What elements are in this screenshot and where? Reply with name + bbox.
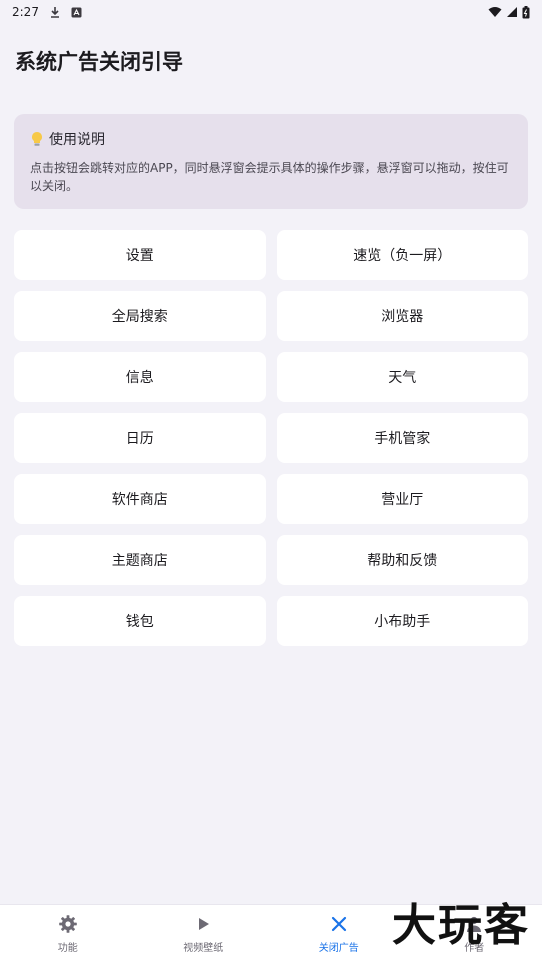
button-quick-view[interactable]: 速览（负一屏） xyxy=(276,230,528,280)
button-wallet[interactable]: 钱包 xyxy=(14,596,266,646)
button-app-store[interactable]: 软件商店 xyxy=(14,474,266,524)
button-settings[interactable]: 设置 xyxy=(14,230,266,280)
close-icon xyxy=(329,914,349,934)
button-breeno-assistant[interactable]: 小布助手 xyxy=(276,596,528,646)
button-messages[interactable]: 信息 xyxy=(14,352,266,402)
info-card-header: 使用说明 xyxy=(30,129,512,149)
button-calendar[interactable]: 日历 xyxy=(14,413,266,463)
status-time: 2:27 xyxy=(12,5,39,19)
app-button-grid: 设置 速览（负一屏） 全局搜索 浏览器 信息 天气 日历 手机管家 软件商店 营… xyxy=(14,230,528,646)
app-notification-icon xyxy=(71,7,82,17)
button-browser[interactable]: 浏览器 xyxy=(276,291,528,341)
nav-label-author: 作者 xyxy=(464,943,485,954)
nav-item-video-wallpaper[interactable]: 视频壁纸 xyxy=(136,905,272,963)
status-left: 2:27 xyxy=(12,5,82,19)
button-service-hall[interactable]: 营业厅 xyxy=(276,474,528,524)
nav-item-author[interactable]: 作者 xyxy=(407,905,542,963)
status-right xyxy=(488,5,530,19)
play-icon xyxy=(193,914,213,934)
nav-item-features[interactable]: 功能 xyxy=(0,905,136,963)
nav-item-close-ads[interactable]: 关闭广告 xyxy=(271,905,407,963)
nav-label-close-ads: 关闭广告 xyxy=(318,943,359,954)
page-title: 系统广告关闭引导 xyxy=(15,50,183,74)
person-icon xyxy=(464,914,484,934)
button-global-search[interactable]: 全局搜索 xyxy=(14,291,266,341)
gear-icon xyxy=(58,914,78,934)
button-theme-store[interactable]: 主题商店 xyxy=(14,535,266,585)
bottom-navigation: 功能 视频壁纸 关闭广告 作者 xyxy=(0,904,542,963)
nav-label-features: 功能 xyxy=(57,943,78,954)
button-weather[interactable]: 天气 xyxy=(276,352,528,402)
status-bar: 2:27 xyxy=(0,0,542,24)
info-card-body: 点击按钮会跳转对应的APP，同时悬浮窗会提示具体的操作步骤，悬浮窗可以拖动，按住… xyxy=(30,161,509,193)
info-card-heading: 使用说明 xyxy=(49,132,105,148)
battery-icon xyxy=(522,5,530,18)
nav-label-video-wallpaper: 视频壁纸 xyxy=(183,943,224,954)
button-phone-manager[interactable]: 手机管家 xyxy=(276,413,528,463)
wifi-icon xyxy=(488,7,502,17)
lightbulb-icon xyxy=(32,132,42,146)
signal-icon xyxy=(507,7,517,17)
download-icon xyxy=(50,7,59,18)
usage-info-card: 使用说明 点击按钮会跳转对应的APP，同时悬浮窗会提示具体的操作步骤，悬浮窗可以… xyxy=(14,114,528,209)
button-help-feedback[interactable]: 帮助和反馈 xyxy=(276,535,528,585)
